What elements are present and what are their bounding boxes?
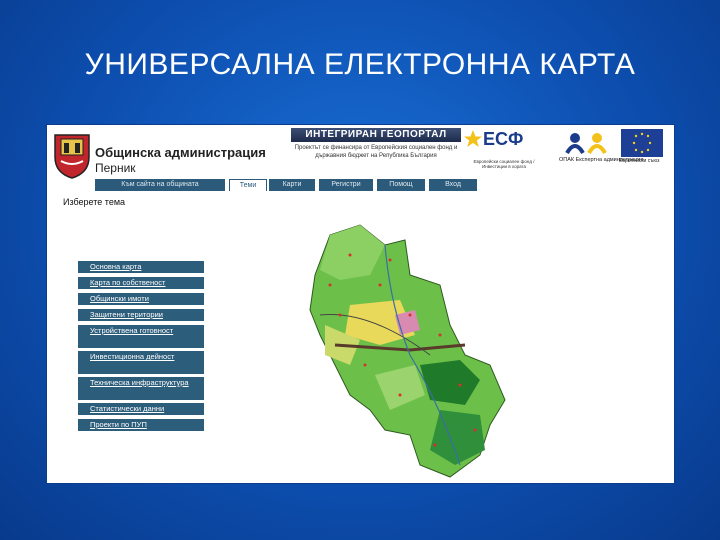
esf-letters: ЕСФ: [483, 129, 524, 149]
theme-item[interactable]: Защитени територии: [78, 309, 204, 322]
theme-item[interactable]: Основна карта: [78, 261, 204, 274]
theme-item[interactable]: Техническа инфраструктура: [78, 377, 204, 401]
tab-maps[interactable]: Карти: [269, 179, 315, 191]
admin-city: Перник: [95, 161, 136, 175]
tab-registers[interactable]: Регистри: [319, 179, 373, 191]
portal-header: Общинска администрация Перник ИНТЕГРИРАН…: [47, 125, 674, 181]
eu-label: Европейски съюз: [619, 158, 660, 164]
tab-site[interactable]: Към сайта на общината: [95, 179, 225, 191]
theme-item[interactable]: Статистически данни: [78, 403, 204, 416]
theme-item[interactable]: Проекти по ПУП: [78, 419, 204, 432]
star-icon: [464, 130, 482, 147]
municipal-crest-icon: [54, 134, 90, 179]
geoportal-banner: ИНТЕГРИРАН ГЕОПОРТАЛ: [291, 128, 461, 142]
municipality-map[interactable]: [290, 215, 510, 483]
opak-figures-icon: [565, 133, 607, 155]
theme-item[interactable]: Карта по собственост: [78, 277, 204, 290]
esf-sub: Европейски социален фонд / Инвестиции в …: [473, 159, 535, 169]
opak-logo-icon: ОПАК Експертна администрация: [559, 129, 643, 171]
esf-logo-icon: ЕСФ Европейски социален фонд / Инвестици…: [464, 129, 539, 173]
choose-theme-label: Изберете тема: [63, 197, 126, 207]
theme-item[interactable]: Устройствена готовност: [78, 325, 204, 349]
geoportal-screenshot: Общинска администрация Перник ИНТЕГРИРАН…: [47, 125, 674, 483]
project-text: Проектът се финансира от Европейския соц…: [294, 145, 458, 159]
theme-item[interactable]: Инвестиционна дейност: [78, 351, 204, 375]
admin-title: Общинска администрация: [95, 145, 266, 160]
eu-flag-icon: [621, 129, 663, 157]
tab-help[interactable]: Помощ: [377, 179, 425, 191]
theme-item[interactable]: Общински имоти: [78, 293, 204, 306]
slide-title: УНИВЕРСАЛНА ЕЛЕКТРОННА КАРТА: [84, 48, 636, 81]
tab-themes[interactable]: Теми: [229, 179, 267, 191]
tab-login[interactable]: Вход: [429, 179, 477, 191]
